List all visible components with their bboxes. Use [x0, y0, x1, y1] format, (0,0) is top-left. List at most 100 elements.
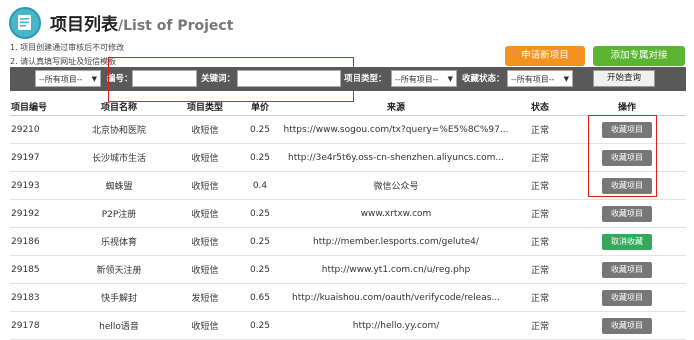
- cell-price: 0.65: [240, 283, 280, 312]
- favorite-project-button[interactable]: 收藏项目: [602, 261, 652, 278]
- cell-type: 收短信: [170, 255, 240, 284]
- cell-price: 0.25: [240, 227, 280, 256]
- cell-status: 正常: [512, 227, 568, 256]
- table-header-row: 项目编号 项目名称 项目类型 单价 来源 状态 操作: [10, 97, 686, 116]
- favorite-project-button[interactable]: 收藏项目: [602, 121, 652, 138]
- column-header-price: 单价: [240, 97, 280, 116]
- project-list-logo-icon: [9, 7, 41, 39]
- table-row: 29192 P2P注册 收短信 0.25 www.xrtxw.com 正常 收藏…: [10, 199, 686, 228]
- cell-price: 0.25: [240, 143, 280, 172]
- cell-id: 29193: [10, 171, 68, 200]
- favorite-project-button[interactable]: 收藏项目: [602, 149, 652, 166]
- favorite-status-select[interactable]: --所有项目-- ▼: [507, 70, 573, 87]
- table-row: 29178 hello语音 收短信 0.25 http://hello.yy.c…: [10, 311, 686, 340]
- cell-id: 29192: [10, 199, 68, 228]
- start-query-button[interactable]: 开始查询: [593, 70, 655, 87]
- cell-action: 取消收藏: [568, 227, 686, 256]
- cell-status: 正常: [512, 171, 568, 200]
- favorite-project-button[interactable]: 收藏项目: [602, 205, 652, 222]
- chevron-down-icon: ▼: [447, 75, 453, 83]
- cell-action: 收藏项目: [568, 255, 686, 284]
- cell-status: 正常: [512, 311, 568, 340]
- cell-name: hello语音: [68, 311, 170, 340]
- cell-type: 收短信: [170, 143, 240, 172]
- notes: 1. 项目创建通过审核后不可修改 2. 请认真填写网址及短信模板: [10, 41, 124, 69]
- cell-type: 收短信: [170, 199, 240, 228]
- id-input[interactable]: [132, 70, 197, 87]
- page-title-sub: /List of Project: [118, 18, 234, 34]
- cell-source: http://www.yt1.com.cn/u/reg.php: [280, 255, 512, 284]
- cell-action: 收藏项目: [568, 311, 686, 340]
- cell-status: 正常: [512, 255, 568, 284]
- cell-action: 收藏项目: [568, 283, 686, 312]
- cell-price: 0.25: [240, 199, 280, 228]
- cell-status: 正常: [512, 143, 568, 172]
- cell-status: 正常: [512, 283, 568, 312]
- cell-action: 收藏项目: [568, 199, 686, 228]
- cell-price: 0.25: [240, 255, 280, 284]
- keyword-input[interactable]: [237, 70, 341, 87]
- favorite-status-select-value: --所有项目--: [511, 75, 555, 84]
- cell-source: http://member.lesports.com/gelute4/: [280, 227, 512, 256]
- project-type-select-value: --所有项目--: [395, 75, 439, 84]
- column-header-name: 项目名称: [68, 97, 170, 116]
- apply-new-project-button[interactable]: 申请新项目: [505, 46, 585, 66]
- page-title: 项目列表/List of Project: [50, 10, 233, 35]
- cell-name: P2P注册: [68, 199, 170, 228]
- category-select[interactable]: --所有项目-- ▼: [35, 70, 101, 87]
- id-label: 编号：: [107, 74, 133, 84]
- cell-action: 收藏项目: [568, 171, 686, 200]
- table-row: 29193 蜘蛛盟 收短信 0.4 微信公众号 正常 收藏项目: [10, 171, 686, 200]
- cell-price: 0.25: [240, 115, 280, 144]
- cell-source: 微信公众号: [280, 171, 512, 200]
- column-header-id: 项目编号: [10, 97, 68, 116]
- column-header-source: 来源: [280, 97, 512, 116]
- cell-type: 收短信: [170, 227, 240, 256]
- cell-name: 蜘蛛盟: [68, 171, 170, 200]
- favorite-project-button[interactable]: 收藏项目: [602, 317, 652, 334]
- cell-source: http://3e4r5t6y.oss-cn-shenzhen.aliyuncs…: [280, 143, 512, 172]
- column-header-type: 项目类型: [170, 97, 240, 116]
- table-row: 29186 乐视体育 收短信 0.25 http://member.lespor…: [10, 227, 686, 256]
- project-type-select[interactable]: --所有项目-- ▼: [391, 70, 457, 87]
- cell-price: 0.25: [240, 311, 280, 340]
- chevron-down-icon: ▼: [91, 75, 97, 83]
- cell-status: 正常: [512, 115, 568, 144]
- favorite-status-label: 收藏状态：: [462, 74, 505, 84]
- cell-name: 乐视体育: [68, 227, 170, 256]
- cell-source: https://www.sogou.com/tx?query=%E5%8C%97…: [280, 115, 512, 144]
- keyword-label: 关键词：: [201, 74, 236, 84]
- favorite-project-button[interactable]: 收藏项目: [602, 289, 652, 306]
- filter-bar: --所有项目-- ▼ 编号： 关键词： 项目类型： --所有项目-- ▼ 收藏状态：…: [10, 67, 686, 91]
- cell-id: 29178: [10, 311, 68, 340]
- cell-type: 收短信: [170, 171, 240, 200]
- note-line: 1. 项目创建通过审核后不可修改: [10, 43, 125, 52]
- column-header-action: 操作: [568, 97, 686, 116]
- cell-name: 北京协和医院: [68, 115, 170, 144]
- add-exclusive-button[interactable]: 添加专属对接: [593, 46, 685, 66]
- cell-id: 29210: [10, 115, 68, 144]
- cell-id: 29185: [10, 255, 68, 284]
- cell-name: 长沙城市生活: [68, 143, 170, 172]
- unfavorite-button[interactable]: 取消收藏: [602, 233, 652, 250]
- cell-status: 正常: [512, 199, 568, 228]
- page-title-main: 项目列表: [50, 15, 118, 35]
- table-row: 29183 快手解封 发短信 0.65 http://kuaishou.com/…: [10, 283, 686, 312]
- cell-name: 快手解封: [68, 283, 170, 312]
- column-header-status: 状态: [512, 97, 568, 116]
- cell-id: 29197: [10, 143, 68, 172]
- cell-source: www.xrtxw.com: [280, 199, 512, 228]
- table-row: 29210 北京协和医院 收短信 0.25 https://www.sogou.…: [10, 115, 686, 144]
- cell-name: 新领天注册: [68, 255, 170, 284]
- project-type-label: 项目类型：: [344, 74, 387, 84]
- cell-action: 收藏项目: [568, 143, 686, 172]
- cell-action: 收藏项目: [568, 115, 686, 144]
- chevron-down-icon: ▼: [563, 75, 569, 83]
- table-row: 29185 新领天注册 收短信 0.25 http://www.yt1.com.…: [10, 255, 686, 284]
- cell-source: http://hello.yy.com/: [280, 311, 512, 340]
- category-select-value: --所有项目--: [39, 75, 83, 84]
- cell-price: 0.4: [240, 171, 280, 200]
- favorite-project-button[interactable]: 收藏项目: [602, 177, 652, 194]
- project-table: 项目编号 项目名称 项目类型 单价 来源 状态 操作 29210 北京协和医院 …: [10, 97, 686, 340]
- cell-id: 29183: [10, 283, 68, 312]
